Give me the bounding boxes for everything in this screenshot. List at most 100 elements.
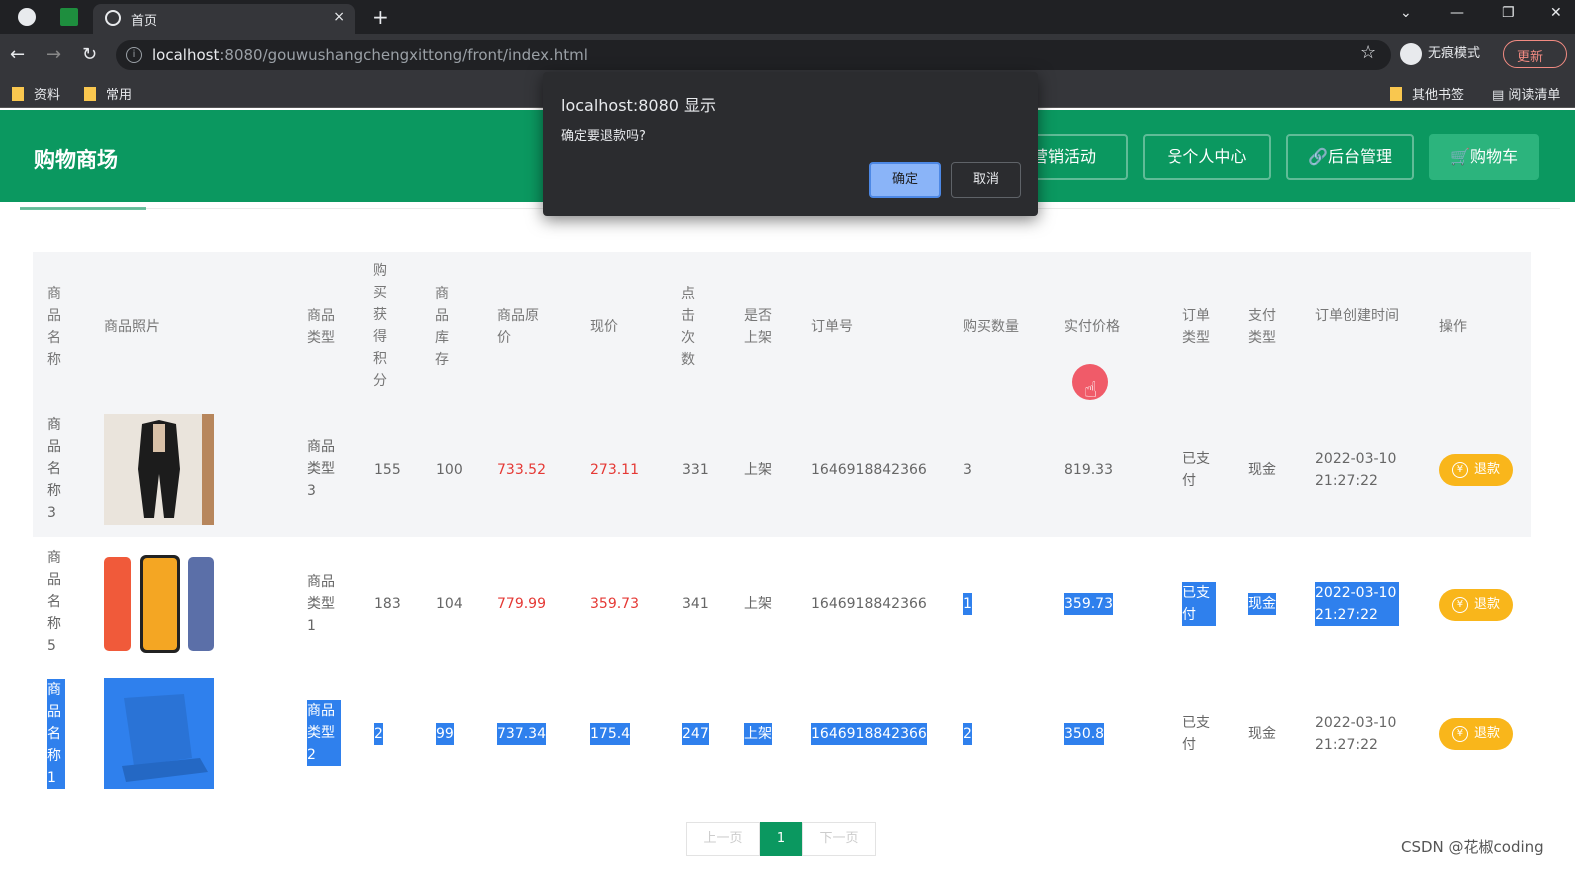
points: 2 — [374, 723, 383, 745]
refund-button[interactable]: ¥ 退款 — [1439, 718, 1513, 750]
url-text: localhost:8080/gouwushangchengxittong/fr… — [152, 46, 588, 64]
table-row: 商品名称1 商品类型2 2 99 737.34 175.4 247 上架 164… — [33, 672, 1531, 807]
th-pay-type: 支付类型 — [1248, 308, 1276, 346]
reading-list[interactable]: ▤ 阅读清单 — [1492, 84, 1560, 103]
th-points: 购买获得积分 — [373, 263, 387, 389]
table-header: 商品名称 商品照片 商品类型 购买获得积分 商品库存 商品原价 现价 点击次数 … — [33, 252, 1531, 402]
next-page-button[interactable]: 下一页 — [802, 822, 876, 856]
prev-page-button[interactable]: 上一页 — [686, 822, 760, 856]
hand-pointer-icon: ☝ — [1084, 378, 1098, 403]
link-icon: 🔗 — [1308, 147, 1328, 166]
reading-list-icon: ▤ — [1492, 88, 1509, 103]
paid: 350.8 — [1064, 723, 1105, 745]
table-row: 商品名称3 商品类型3 155 100 733.52 273.11 331 上架… — [33, 402, 1531, 537]
clicks: 247 — [682, 723, 709, 745]
other-bookmarks[interactable]: 其他书签 — [1390, 84, 1464, 103]
product-photo — [104, 549, 214, 660]
th-stock: 商品库存 — [435, 286, 449, 368]
spreadsheet-icon[interactable] — [60, 8, 78, 26]
product-type: 商品类型1 — [307, 574, 335, 634]
created-time: 2022-03-10 21:27:22 — [1315, 451, 1397, 489]
th-orig-price: 商品原价 — [497, 308, 539, 346]
back-icon[interactable]: ← — [10, 44, 25, 65]
paid: 359.73 — [1064, 593, 1113, 615]
browser-toolbar: ← → ↻ i localhost:8080/gouwushangchengxi… — [0, 34, 1575, 76]
cart-button[interactable]: 🛒购物车 — [1429, 134, 1539, 180]
site-info-icon[interactable]: i — [126, 47, 142, 63]
incognito-indicator[interactable]: 无痕模式 — [1400, 42, 1480, 65]
onsale: 上架 — [744, 462, 772, 478]
folder-icon — [84, 87, 96, 101]
confirm-dialog: localhost:8080 显示 确定要退款吗? 确定 取消 — [543, 72, 1038, 216]
folder-icon — [1390, 87, 1402, 101]
new-tab-button[interactable]: + — [372, 5, 389, 29]
th-onsale: 是否上架 — [744, 308, 772, 346]
orig-price: 779.99 — [497, 596, 546, 612]
created-time: 2022-03-10 21:27:22 — [1315, 715, 1397, 753]
order-no: 1646918842366 — [811, 596, 927, 612]
product-type: 商品类型3 — [307, 439, 335, 499]
admin-button[interactable]: 🔗后台管理 — [1286, 134, 1414, 180]
globe-icon — [105, 10, 121, 26]
reload-icon[interactable]: ↻ — [82, 44, 97, 65]
bookmark-folder[interactable]: 常用 — [84, 84, 132, 103]
dialog-message: 确定要退款吗? — [561, 129, 646, 144]
close-tab-icon[interactable]: × — [333, 9, 345, 25]
refund-button[interactable]: ¥ 退款 — [1439, 454, 1513, 486]
stock: 104 — [436, 596, 463, 612]
th-qty: 购买数量 — [963, 319, 1019, 335]
dialog-title: localhost:8080 显示 — [561, 96, 717, 115]
created-time: 2022-03-10 21:27:22 — [1315, 582, 1399, 626]
th-name: 商品名称 — [47, 286, 61, 368]
address-bar[interactable]: i localhost:8080/gouwushangchengxittong/… — [116, 40, 1391, 70]
th-order-type: 订单类型 — [1182, 308, 1210, 346]
active-tab-indicator — [20, 207, 146, 210]
th-photo: 商品照片 — [104, 319, 160, 335]
pay-type: 现金 — [1248, 726, 1276, 742]
order-type: 已支付 — [1182, 582, 1216, 626]
pay-type: 现金 — [1248, 462, 1276, 478]
stock: 100 — [436, 462, 463, 478]
clicks: 331 — [682, 462, 709, 478]
orig-price: 737.34 — [497, 723, 546, 745]
price: 359.73 — [590, 596, 639, 612]
product-photo — [104, 414, 214, 525]
restore-icon[interactable]: ❐ — [1502, 5, 1515, 21]
qty: 3 — [963, 462, 972, 478]
product-type: 商品类型2 — [307, 700, 341, 766]
browser-menu-icon[interactable] — [18, 8, 36, 26]
yen-icon: ¥ — [1451, 462, 1468, 478]
watermark: CSDN @花椒coding — [1401, 838, 1544, 856]
bookmark-star-icon[interactable]: ☆ — [1360, 42, 1376, 63]
onsale: 上架 — [744, 596, 772, 612]
page-1-button[interactable]: 1 — [760, 822, 802, 856]
qty: 2 — [963, 723, 972, 745]
pay-type: 现金 — [1248, 593, 1276, 615]
user-center-button[interactable]: 웃个人中心 — [1143, 134, 1271, 180]
yen-icon: ¥ — [1451, 597, 1468, 613]
points: 183 — [374, 596, 401, 612]
product-name: 商品名称1 — [47, 679, 65, 789]
ok-button[interactable]: 确定 — [869, 162, 941, 198]
th-type: 商品类型 — [307, 308, 335, 346]
product-name: 商品名称5 — [47, 550, 61, 654]
browser-tab[interactable]: 首页 × — [93, 4, 355, 34]
orig-price: 733.52 — [497, 462, 546, 478]
clicks: 341 — [682, 596, 709, 612]
th-paid: 实付价格 — [1064, 319, 1120, 335]
cart-icon: 🛒 — [1450, 147, 1470, 166]
price: 273.11 — [590, 462, 639, 478]
tab-search-icon[interactable]: ⌄ — [1400, 5, 1412, 21]
folder-icon — [12, 87, 24, 101]
update-button[interactable]: 更新 — [1503, 40, 1567, 68]
order-no: 1646918842366 — [811, 462, 927, 478]
close-window-icon[interactable]: ✕ — [1550, 5, 1562, 21]
forward-icon[interactable]: → — [46, 44, 61, 65]
browser-tab-bar: 首页 × + ⌄ — ❐ ✕ — [0, 0, 1575, 34]
bookmark-folder[interactable]: 资料 — [12, 84, 60, 103]
refund-button[interactable]: ¥ 退款 — [1439, 589, 1513, 621]
cancel-button[interactable]: 取消 — [951, 162, 1021, 198]
minimize-icon[interactable]: — — [1450, 5, 1464, 21]
th-created: 订单创建时间 — [1315, 308, 1399, 324]
product-photo — [104, 678, 214, 789]
